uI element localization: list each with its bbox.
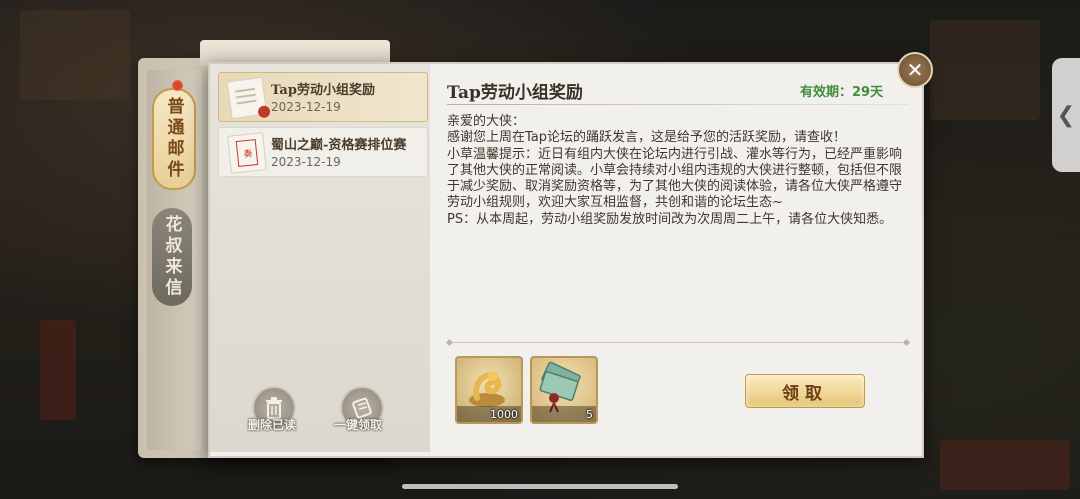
reward-divider — [445, 338, 911, 347]
mail-item-title: Tap劳动小组奖励 — [271, 83, 375, 98]
reward-item[interactable]: 5 — [530, 356, 598, 424]
home-indicator[interactable] — [402, 484, 678, 489]
mail-list-item-selected[interactable]: Tap劳动小组奖励 2023-12-19 — [218, 72, 428, 122]
validity-label: 有效期：29天 — [800, 85, 884, 100]
tab-normal-mail[interactable]: 普通邮件 — [152, 88, 196, 190]
close-button[interactable]: ✕ — [897, 52, 933, 88]
reward-count: 1000 — [490, 408, 518, 421]
tab-huashu-letters[interactable]: 花叔来信 — [152, 208, 192, 306]
reward-count: 5 — [586, 408, 593, 421]
claim-button[interactable]: 领取 — [745, 374, 865, 408]
claim-all-label: 一键领取 — [334, 418, 383, 432]
envelope-icon — [226, 76, 271, 120]
mail-item-date: 2023-12-19 — [271, 100, 341, 114]
reward-item[interactable]: 1000 — [455, 356, 523, 424]
mail-item-title: 蜀山之巅-资格赛排位赛 — [271, 138, 407, 153]
mail-list-item[interactable]: 奏 蜀山之巅-资格赛排位赛 2023-12-19 — [218, 127, 428, 177]
mail-list[interactable] — [210, 64, 430, 452]
letter-stamp-icon: 奏 — [227, 132, 267, 174]
title-divider — [447, 104, 909, 105]
mail-title: Tap劳动小组奖励 — [447, 83, 583, 103]
close-icon: ✕ — [906, 58, 924, 82]
tab-huashu-letters-label: 花叔来信 — [161, 215, 182, 299]
mail-item-date: 2023-12-19 — [271, 155, 341, 169]
tab-normal-mail-label: 普通邮件 — [163, 97, 184, 181]
side-panel-handle[interactable]: ❮ — [1052, 58, 1080, 172]
chevron-left-icon: ❮ — [1056, 102, 1076, 128]
mail-body: 亲爱的大侠： 感谢您上周在Tap论坛的踊跃发言，这是给予您的活跃奖励，请查收！ … — [447, 114, 903, 227]
unread-dot-icon — [172, 80, 183, 91]
delete-read-label: 删除已读 — [248, 418, 297, 432]
